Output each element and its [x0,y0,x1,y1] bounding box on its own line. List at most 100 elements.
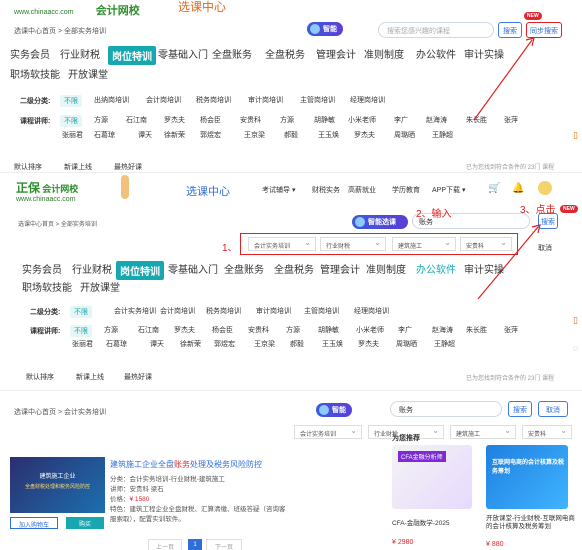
tab-5[interactable]: 全盘税务 [265,46,305,61]
filter-select-1[interactable]: 行业财税 [320,237,386,251]
tab-2[interactable]: 岗位特训 [116,261,164,280]
rec2-name[interactable]: 开放课堂-行业财税-互联网电商的会计核算及税务筹划 [486,515,576,531]
search-button[interactable]: 搜索 [508,401,532,417]
tab-3[interactable]: 零基础入门 [158,46,208,61]
pager-0[interactable]: 上一页 [148,539,182,550]
tab-7[interactable]: 准则制度 [366,261,406,276]
teacher-option-10[interactable]: 赵海涛 [432,325,453,335]
avatar[interactable] [538,181,552,195]
subcategory-option-0[interactable]: 不限 [60,95,82,107]
teacher-option-b-5[interactable]: 王京梁 [244,130,265,140]
teacher-option-b-2[interactable]: 谭天 [150,339,164,349]
tab-3[interactable]: 零基础入门 [168,261,218,276]
teacher-option-b-7[interactable]: 王玉焕 [318,130,339,140]
rec1-cover[interactable]: CFA金融分析师 [392,445,472,509]
teacher-option-b-3[interactable]: 徐新荣 [164,130,185,140]
filter-select-0[interactable]: 会计实务培训 [248,237,316,251]
teacher-option-3[interactable]: 罗杰夫 [164,115,185,125]
tab-6[interactable]: 管理会计 [320,261,360,276]
pager-1[interactable]: 1 [188,539,202,550]
sort-option-0[interactable]: 默认排序 [14,162,42,172]
teacher-option-b-8[interactable]: 罗杰夫 [358,339,379,349]
sort-option-2[interactable]: 最热好课 [114,162,142,172]
subcategory-option-4[interactable]: 审计岗培训 [256,306,291,316]
teacher-option-2[interactable]: 石江南 [138,325,159,335]
teacher-option-b-4[interactable]: 郭煜宏 [214,339,235,349]
tab-1[interactable]: 行业财税 [60,46,100,61]
top-nav-item-0[interactable]: 考试辅导 ▾ [262,185,295,195]
subcategory-option-6[interactable]: 经理岗培训 [350,95,385,105]
tab-5[interactable]: 全盘税务 [274,261,314,276]
teacher-option-7[interactable]: 胡静敏 [314,115,335,125]
teacher-option-b-10[interactable]: 王静超 [432,130,453,140]
sort-option-2[interactable]: 最热好课 [124,372,152,382]
sort-option-1[interactable]: 新课上线 [64,162,92,172]
teacher-option-0[interactable]: 不限 [70,325,92,337]
tab-8[interactable]: 办公软件 [416,261,456,276]
teacher-option-9[interactable]: 李广 [398,325,412,335]
teacher-option-8[interactable]: 小米老师 [356,325,384,335]
teacher-option-b-9[interactable]: 周璐晒 [396,339,417,349]
teacher-option-3[interactable]: 罗杰夫 [174,325,195,335]
teacher-option-8[interactable]: 小米老师 [348,115,376,125]
teacher-option-b-1[interactable]: 石葛琼 [106,339,127,349]
teacher-option-12[interactable]: 张萍 [504,325,518,335]
cancel-button[interactable]: 取消 [538,401,568,417]
sidebar-cart-icon[interactable]: ▯ [573,315,582,327]
search-input[interactable]: 账务 [390,401,502,417]
teacher-option-5[interactable]: 安贵科 [240,115,261,125]
teacher-option-6[interactable]: 方源 [280,115,294,125]
top-nav-item-4[interactable]: APP下载 ▾ [432,185,465,195]
teacher-option-12[interactable]: 张萍 [504,115,518,125]
tab-4[interactable]: 全盘账务 [224,261,264,276]
teacher-option-7[interactable]: 胡静敏 [318,325,339,335]
smart-select-button[interactable]: 智能 [316,403,352,417]
teacher-option-2[interactable]: 石江南 [126,115,147,125]
subcategory-option-5[interactable]: 主管岗培训 [300,95,335,105]
tab-10[interactable]: 职场软技能 [22,279,72,294]
teacher-option-0[interactable]: 不限 [60,115,82,127]
tab-4[interactable]: 全盘账务 [212,46,252,61]
teacher-option-b-1[interactable]: 石葛琼 [94,130,115,140]
teacher-option-b-6[interactable]: 郝毅 [290,339,304,349]
teacher-option-11[interactable]: 朱长胜 [466,115,487,125]
subcategory-option-4[interactable]: 审计岗培训 [248,95,283,105]
tab-11[interactable]: 开放课堂 [68,66,108,81]
teacher-option-11[interactable]: 朱长胜 [466,325,487,335]
tab-8[interactable]: 办公软件 [416,46,456,61]
tab-6[interactable]: 管理会计 [316,46,356,61]
bell-icon[interactable]: 🔔 [512,183,524,194]
teacher-option-b-10[interactable]: 王静超 [434,339,455,349]
teacher-option-b-0[interactable]: 张丽君 [72,339,93,349]
pager-2[interactable]: 下一页 [206,539,242,550]
subcategory-option-5[interactable]: 主管岗培训 [304,306,339,316]
teacher-option-b-0[interactable]: 张丽君 [62,130,83,140]
tab-1[interactable]: 行业财税 [72,261,112,276]
top-nav-item-2[interactable]: 高薪就业 [348,185,376,195]
subcategory-option-0[interactable]: 不限 [70,306,92,318]
buy-button[interactable]: 购买 [66,517,104,529]
rec2-cover[interactable]: 互联网电商的会计核算及税务筹划 [486,445,568,509]
cart-icon[interactable]: 🛒 [488,183,500,194]
teacher-option-6[interactable]: 方源 [286,325,300,335]
filter-select-2[interactable]: 建筑施工 [392,237,456,251]
teacher-option-4[interactable]: 杨会臣 [212,325,233,335]
teacher-option-1[interactable]: 方源 [94,115,108,125]
teacher-option-10[interactable]: 赵海涛 [426,115,447,125]
teacher-option-b-6[interactable]: 郝毅 [284,130,298,140]
teacher-option-9[interactable]: 李广 [394,115,408,125]
tab-10[interactable]: 职场软技能 [10,66,60,81]
subcategory-option-2[interactable]: 会计岗培训 [146,95,181,105]
add-to-cart-button[interactable]: 加入购物车 [10,517,58,529]
filter-select-3[interactable]: 安贵科 [522,425,572,439]
teacher-option-b-7[interactable]: 王玉焕 [322,339,343,349]
subcategory-option-6[interactable]: 经理岗培训 [354,306,389,316]
top-nav-item-3[interactable]: 学历教育 [392,185,420,195]
subcategory-option-1[interactable]: 会计实务培训 [114,306,156,316]
tab-0[interactable]: 实务会员 [22,261,62,276]
tab-11[interactable]: 开放课堂 [80,279,120,294]
teacher-option-1[interactable]: 方源 [104,325,118,335]
teacher-option-b-5[interactable]: 王京梁 [254,339,275,349]
subcategory-option-3[interactable]: 税务岗培训 [206,306,241,316]
tab-2[interactable]: 岗位特训 [108,46,156,65]
